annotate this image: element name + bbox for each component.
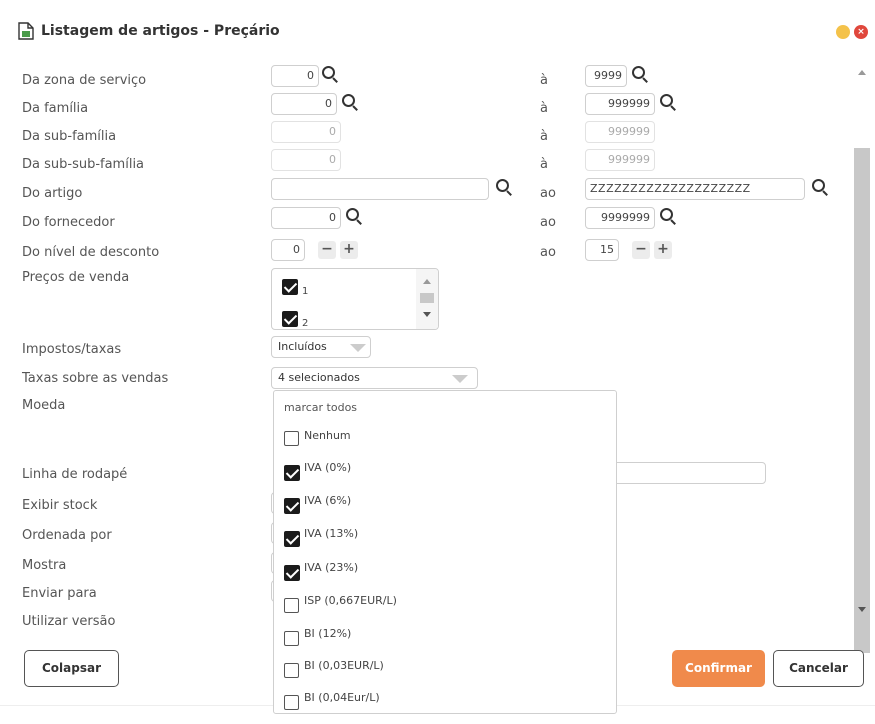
desconto-to-plus-button[interactable]: + — [654, 241, 672, 259]
rodape-input[interactable] — [600, 462, 766, 484]
checkbox-iva-13[interactable] — [284, 531, 300, 547]
confirm-button[interactable]: Confirmar — [672, 650, 765, 687]
minimize-button[interactable] — [836, 25, 850, 39]
checkbox-iva-23[interactable] — [284, 565, 300, 581]
subsubfamilia-to-input: 999999 — [585, 149, 655, 171]
collapse-button[interactable]: Colapsar — [24, 650, 119, 687]
checkbox-iva-0[interactable] — [284, 465, 300, 481]
label-familia-to: à — [540, 101, 548, 116]
taxas-select[interactable]: 4 selecionados — [271, 367, 478, 389]
precos-scrollbar[interactable] — [416, 269, 438, 329]
label-taxas: Taxas sobre as vendas — [22, 371, 169, 386]
form-scroll-thumb[interactable] — [854, 148, 870, 653]
label-mostra: Mostra — [22, 558, 67, 573]
option-label: IVA (0%) — [304, 461, 352, 474]
precos-checkbox-1[interactable] — [282, 279, 298, 295]
zona-to-search-icon[interactable] — [630, 65, 650, 85]
desconto-from-minus-button[interactable]: − — [318, 241, 336, 259]
label-artigo: Do artigo — [22, 186, 83, 201]
label-subsubfamilia-to: à — [540, 157, 548, 172]
zona-from-input[interactable]: 0 — [271, 65, 319, 87]
title-bar: Listagem de artigos - Preçário × — [0, 0, 875, 62]
form-scrollbar[interactable] — [850, 62, 874, 653]
checkbox-nenhum[interactable] — [284, 431, 299, 446]
cancel-button[interactable]: Cancelar — [773, 650, 864, 687]
desconto-from-plus-button[interactable]: + — [340, 241, 358, 259]
subfamilia-to-input: 999999 — [585, 121, 655, 143]
label-fornecedor: Do fornecedor — [22, 215, 115, 230]
label-fornecedor-to: ao — [540, 215, 556, 230]
familia-from-input[interactable]: 0 — [271, 93, 337, 115]
label-zona: Da zona de serviço — [22, 73, 147, 88]
precos-item-2: 2 — [302, 318, 309, 329]
close-button[interactable]: × — [854, 25, 868, 39]
desconto-from-input[interactable]: 0 — [271, 239, 305, 261]
familia-to-search-icon[interactable] — [658, 93, 678, 113]
impostos-select[interactable]: Incluídos — [271, 336, 371, 358]
scroll-up-icon[interactable] — [858, 70, 866, 75]
window-title: Listagem de artigos - Preçário — [41, 23, 280, 39]
artigo-from-search-icon[interactable] — [494, 178, 514, 198]
option-label: IVA (13%) — [304, 527, 359, 540]
select-all-link[interactable]: marcar todos — [284, 401, 357, 414]
subsubfamilia-from-input: 0 — [271, 149, 341, 171]
fornecedor-to-search-icon[interactable] — [658, 207, 678, 227]
familia-to-input[interactable]: 999999 — [585, 93, 655, 115]
option-label: IVA (23%) — [304, 561, 359, 574]
label-zona-to: à — [540, 73, 548, 88]
label-familia: Da família — [22, 101, 89, 116]
artigo-from-input[interactable] — [271, 178, 489, 200]
option-label: BI (0,04Eur/L) — [304, 691, 380, 704]
precos-listbox[interactable]: 1 2 — [271, 268, 439, 330]
label-stock: Exibir stock — [22, 498, 98, 513]
checkbox-isp[interactable] — [284, 598, 299, 613]
label-precos: Preços de venda — [22, 270, 130, 285]
label-subfamilia: Da sub-família — [22, 129, 117, 144]
scroll-down-icon[interactable] — [858, 607, 866, 612]
option-label: BI (12%) — [304, 627, 352, 640]
artigo-to-search-icon[interactable] — [810, 178, 830, 198]
checkbox-bi-12[interactable] — [284, 631, 299, 646]
checkbox-iva-6[interactable] — [284, 498, 300, 514]
chevron-down-icon — [350, 344, 366, 352]
label-ordenada: Ordenada por — [22, 528, 112, 543]
scroll-down-icon[interactable] — [423, 312, 431, 317]
option-label: ISP (0,667EUR/L) — [304, 594, 397, 607]
label-moeda: Moeda — [22, 398, 66, 413]
scroll-up-icon[interactable] — [423, 279, 431, 284]
label-enviar: Enviar para — [22, 586, 97, 601]
zona-to-input[interactable]: 9999 — [585, 65, 627, 87]
option-label: IVA (6%) — [304, 494, 352, 507]
document-list-icon — [18, 22, 34, 40]
subfamilia-from-input: 0 — [271, 121, 341, 143]
familia-from-search-icon[interactable] — [340, 93, 360, 113]
fornecedor-to-input[interactable]: 9999999 — [585, 207, 655, 229]
precos-checkbox-2[interactable] — [282, 311, 298, 327]
zona-from-search-icon[interactable] — [320, 65, 340, 85]
fornecedor-from-search-icon[interactable] — [344, 207, 364, 227]
desconto-to-minus-button[interactable]: − — [632, 241, 650, 259]
taxas-dropdown: marcar todos Nenhum IVA (0%) IVA (6%) IV… — [273, 390, 617, 714]
checkbox-bi-004[interactable] — [284, 695, 299, 710]
label-desconto-to: ao — [540, 245, 556, 260]
fornecedor-from-input[interactable]: 0 — [271, 207, 341, 229]
checkbox-bi-003[interactable] — [284, 663, 299, 678]
label-rodape: Linha de rodapé — [22, 467, 128, 482]
desconto-to-input[interactable]: 15 — [585, 239, 619, 261]
taxas-value: 4 selecionados — [278, 371, 360, 384]
option-label: BI (0,03EUR/L) — [304, 659, 384, 672]
label-subfamilia-to: à — [540, 129, 548, 144]
label-artigo-to: ao — [540, 186, 556, 201]
chevron-down-icon — [452, 375, 468, 383]
precos-item-1: 1 — [302, 286, 309, 297]
label-impostos: Impostos/taxas — [22, 342, 122, 357]
artigo-to-input[interactable]: ZZZZZZZZZZZZZZZZZZZZ — [585, 178, 805, 200]
label-subsubfamilia: Da sub-sub-família — [22, 157, 145, 172]
label-desconto: Do nível de desconto — [22, 245, 160, 260]
precos-scroll-thumb[interactable] — [420, 293, 434, 303]
impostos-value: Incluídos — [278, 340, 327, 353]
label-versao: Utilizar versão — [22, 614, 116, 629]
option-label: Nenhum — [304, 429, 351, 442]
